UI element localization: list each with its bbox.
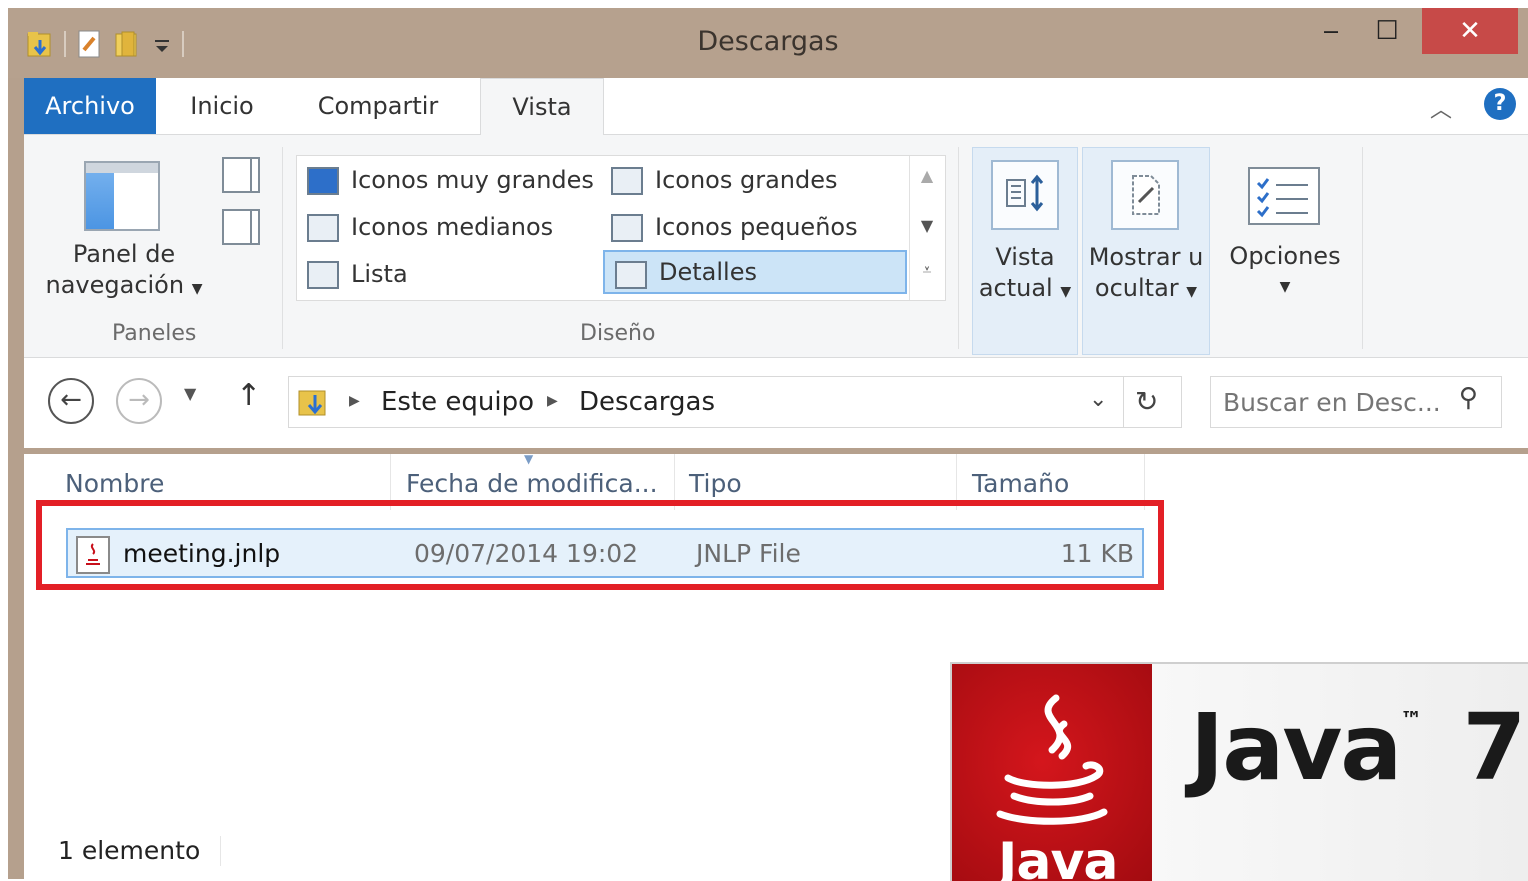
ribbon-tab-bar: Archivo Inicio Compartir Vista ︿ ? xyxy=(24,78,1528,136)
scroll-down-icon[interactable]: ▼ xyxy=(910,216,944,235)
chevron-right-icon[interactable]: ▶ xyxy=(349,393,360,409)
group-label-diseno: Diseño xyxy=(580,321,656,346)
options-label-text: Opciones xyxy=(1229,242,1341,270)
show-hide-label-1: Mostrar u xyxy=(1088,243,1204,271)
dropdown-arrow-icon: ▼ xyxy=(1060,284,1072,300)
chevron-right-icon[interactable]: ▶ xyxy=(547,393,558,409)
status-divider xyxy=(220,836,221,866)
group-divider xyxy=(282,147,283,349)
current-view-button[interactable]: Vista actual ▼ xyxy=(972,147,1078,355)
search-icon[interactable]: ⚲ xyxy=(1459,383,1478,413)
java-banner: Java Java™ 7 xyxy=(950,662,1528,881)
layout-gallery: Iconos muy grandes Iconos grandes Iconos… xyxy=(296,155,946,301)
layout-medium-icons[interactable]: Iconos medianos xyxy=(297,205,651,249)
java-version: 7 xyxy=(1462,694,1526,801)
layout-item-label: Iconos pequeños xyxy=(655,213,858,241)
layout-item-label: Iconos medianos xyxy=(351,213,554,241)
search-input[interactable] xyxy=(1221,385,1455,419)
java-title-text: Java xyxy=(1190,694,1402,801)
tab-vista[interactable]: Vista xyxy=(480,78,604,136)
breadcrumb-este-equipo[interactable]: Este equipo xyxy=(381,377,534,427)
layout-large-icons[interactable]: Iconos grandes xyxy=(601,158,915,202)
medium-icons-icon xyxy=(307,214,339,242)
sort-by-icon xyxy=(991,160,1059,230)
close-button[interactable]: ✕ xyxy=(1422,8,1518,54)
tab-archivo[interactable]: Archivo xyxy=(24,78,156,134)
layout-gallery-scroll: ▲ ▼ ⩡ xyxy=(909,156,944,300)
dropdown-arrow-icon: ▼ xyxy=(1279,279,1291,295)
address-row: ← → ▼ ↑ ▶ Este equipo ▶ Descargas ⌄ ↻ ⚲ xyxy=(24,358,1528,448)
layout-item-label: Iconos muy grandes xyxy=(351,166,594,194)
current-view-label-1: Vista xyxy=(995,243,1055,271)
dropdown-arrow-icon: ▼ xyxy=(191,281,203,297)
java-logo: Java xyxy=(952,664,1152,881)
downloads-folder-icon xyxy=(297,385,331,423)
refresh-icon[interactable]: ↻ xyxy=(1135,385,1158,418)
options-label: Opciones ▼ xyxy=(1220,241,1350,303)
preview-pane-icon[interactable] xyxy=(222,157,260,193)
navigation-pane-label-1: Panel de xyxy=(72,240,176,268)
layout-small-icons[interactable]: Iconos pequeños xyxy=(601,205,915,249)
show-hide-label-2: ocultar xyxy=(1094,274,1179,302)
layout-details[interactable]: Detalles xyxy=(603,250,907,294)
large-icons-icon xyxy=(611,167,643,195)
navigation-pane-button[interactable]: Panel de navegación ▼ xyxy=(34,239,214,305)
show-hide-label: Mostrar u ocultar ▼ xyxy=(1083,242,1209,308)
small-icons-icon xyxy=(611,214,643,242)
chevron-down-icon[interactable]: ⌄ xyxy=(1089,387,1107,412)
options-icon xyxy=(1248,167,1320,225)
address-bar[interactable]: ▶ Este equipo ▶ Descargas ⌄ ↻ xyxy=(288,376,1182,428)
layout-item-label: Iconos grandes xyxy=(655,166,838,194)
gallery-expand-icon[interactable]: ⩡ xyxy=(910,260,944,280)
java-trademark: ™ xyxy=(1400,708,1422,733)
scroll-up-icon[interactable]: ▲ xyxy=(910,166,944,185)
java-logo-text: Java xyxy=(998,832,1118,881)
options-button[interactable]: Opciones ▼ xyxy=(1220,147,1350,353)
minimize-button[interactable]: ‒ xyxy=(1304,8,1358,54)
navigation-pane-label-2: navegación xyxy=(45,271,185,299)
list-icon xyxy=(307,261,339,289)
highlight-box xyxy=(36,500,1164,590)
extra-large-icons-icon xyxy=(307,167,339,195)
group-divider xyxy=(958,147,959,349)
tab-inicio[interactable]: Inicio xyxy=(172,78,272,134)
ribbon: Panel de navegación ▼ Paneles Iconos muy… xyxy=(24,135,1528,358)
address-divider xyxy=(1123,377,1124,427)
help-icon[interactable]: ? xyxy=(1484,88,1516,120)
tab-compartir[interactable]: Compartir xyxy=(304,78,452,134)
status-count: 1 elemento xyxy=(58,836,201,865)
layout-extra-large-icons[interactable]: Iconos muy grandes xyxy=(297,158,651,202)
layout-item-label: Detalles xyxy=(659,258,757,286)
dropdown-arrow-icon: ▼ xyxy=(1186,284,1198,300)
layout-list[interactable]: Lista xyxy=(297,252,651,296)
current-view-label: Vista actual ▼ xyxy=(973,242,1077,308)
details-icon xyxy=(615,261,647,289)
breadcrumb-descargas[interactable]: Descargas xyxy=(579,377,715,427)
java-title: Java™ 7 xyxy=(1190,694,1526,801)
recent-locations-icon[interactable]: ▼ xyxy=(184,384,196,403)
details-pane-icon[interactable] xyxy=(222,209,260,245)
forward-button[interactable]: → xyxy=(116,378,162,424)
title-bar: Descargas ‒ ☐ ✕ xyxy=(8,8,1528,78)
show-hide-button[interactable]: Mostrar u ocultar ▼ xyxy=(1082,147,1210,355)
group-label-paneles: Paneles xyxy=(112,321,197,346)
up-arrow-icon[interactable]: ↑ xyxy=(236,378,261,413)
navigation-pane-icon[interactable] xyxy=(84,161,160,231)
chevron-up-icon[interactable]: ︿ xyxy=(1430,92,1452,124)
group-divider xyxy=(1362,147,1363,349)
current-view-label-2: actual xyxy=(978,274,1053,302)
window-title: Descargas xyxy=(697,26,839,57)
back-button[interactable]: ← xyxy=(48,378,94,424)
layout-item-label: Lista xyxy=(351,260,408,288)
search-box[interactable]: ⚲ xyxy=(1210,376,1502,428)
show-hide-icon xyxy=(1111,160,1179,230)
maximize-button[interactable]: ☐ xyxy=(1360,8,1414,54)
